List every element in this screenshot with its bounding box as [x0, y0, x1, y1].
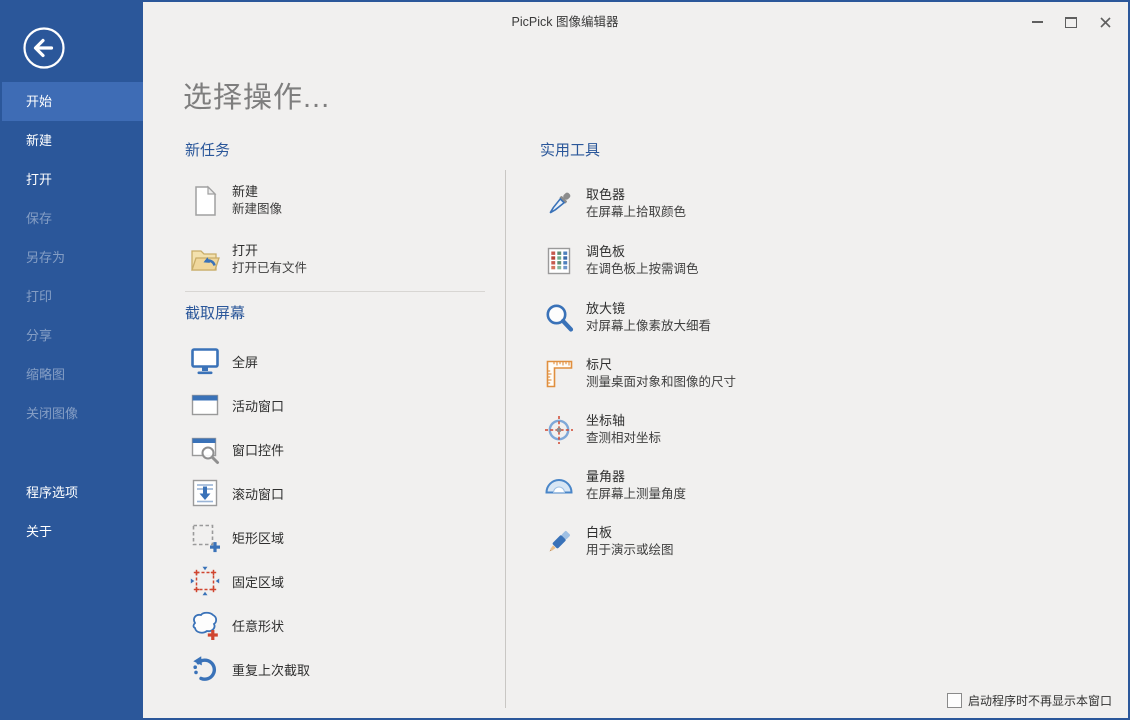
horizontal-divider	[185, 291, 485, 292]
sidebar-nav-footer: 程序选项 关于	[2, 473, 143, 551]
capture-fixed-region[interactable]: 固定区域	[188, 561, 493, 601]
sidebar-item-thumbnail: 缩略图	[2, 355, 143, 394]
capture-repeat-last[interactable]: 重复上次截取	[188, 649, 493, 689]
magnifier-icon	[542, 301, 576, 335]
page-title: 选择操作...	[183, 74, 330, 116]
whiteboard-icon	[542, 525, 576, 559]
action-new[interactable]: 新建 新建图像	[188, 183, 493, 218]
fullscreen-icon	[188, 344, 222, 378]
protractor-icon	[542, 469, 576, 503]
capture-window-control[interactable]: 窗口控件	[188, 429, 493, 469]
action-open[interactable]: 打开 打开已有文件	[188, 242, 493, 277]
startup-hide-label: 启动程序时不再显示本窗口	[968, 692, 1112, 709]
tool-color-picker[interactable]: 取色器 在屏幕上拾取颜色	[542, 186, 887, 221]
sidebar-item-open[interactable]: 打开	[2, 160, 143, 199]
minimize-icon	[1032, 21, 1043, 23]
sidebar-item-options[interactable]: 程序选项	[2, 473, 143, 512]
tool-protractor[interactable]: 量角器 在屏幕上测量角度	[542, 468, 887, 503]
section-header-new-tasks: 新任务	[185, 139, 230, 160]
action-subtitle: 打开已有文件	[232, 260, 307, 277]
tool-magnifier[interactable]: 放大镜 对屏幕上像素放大细看	[542, 300, 887, 335]
startup-hide-option[interactable]: 启动程序时不再显示本窗口	[947, 692, 1112, 709]
maximize-icon	[1065, 17, 1077, 28]
sidebar-nav: 开始 新建 打开 保存 另存为 打印 分享 缩略图 关闭图像	[2, 82, 143, 433]
section-header-screen-capture: 截取屏幕	[185, 302, 245, 323]
scrolling-window-icon	[188, 476, 222, 510]
action-title: 新建	[232, 183, 282, 201]
tool-whiteboard[interactable]: 白板 用于演示或绘图	[542, 524, 887, 559]
tool-ruler[interactable]: 标尺 测量桌面对象和图像的尺寸	[542, 356, 887, 391]
capture-scrolling-window[interactable]: 滚动窗口	[188, 473, 493, 513]
capture-freeform-region[interactable]: 任意形状	[188, 605, 493, 645]
action-subtitle: 新建图像	[232, 201, 282, 218]
sidebar-item-print: 打印	[2, 277, 143, 316]
sidebar-item-save-as: 另存为	[2, 238, 143, 277]
back-arrow-icon	[22, 26, 66, 70]
sidebar-item-new[interactable]: 新建	[2, 121, 143, 160]
back-button[interactable]	[22, 26, 66, 70]
maximize-button[interactable]	[1054, 10, 1088, 34]
color-picker-icon	[542, 187, 576, 221]
fixed-region-icon	[188, 564, 222, 598]
section-header-tools: 实用工具	[540, 139, 600, 160]
sidebar-item-about[interactable]: 关于	[2, 512, 143, 551]
picpick-window: PicPick 图像编辑器 开始 新建 打开 保存 另存为 打印 分享	[0, 0, 1130, 720]
main-content: 选择操作... 新任务 新建 新建图像	[143, 2, 1128, 718]
sidebar-item-close-image: 关闭图像	[2, 394, 143, 433]
capture-active-window[interactable]: 活动窗口	[188, 385, 493, 425]
window-control-icon	[188, 432, 222, 466]
tool-crosshair[interactable]: 坐标轴 查测相对坐标	[542, 412, 887, 447]
window-controls	[1020, 10, 1122, 34]
ruler-icon	[542, 357, 576, 391]
crosshair-icon	[542, 413, 576, 447]
close-button[interactable]	[1088, 10, 1122, 34]
capture-rectangle-region[interactable]: 矩形区域	[188, 517, 493, 557]
sidebar-item-share: 分享	[2, 316, 143, 355]
new-document-icon	[188, 184, 222, 218]
minimize-button[interactable]	[1020, 10, 1054, 34]
sidebar: 开始 新建 打开 保存 另存为 打印 分享 缩略图 关闭图像 程序选项 关于	[2, 2, 143, 718]
active-window-icon	[188, 388, 222, 422]
vertical-divider	[505, 170, 506, 708]
capture-fullscreen[interactable]: 全屏	[188, 341, 493, 381]
sidebar-item-start[interactable]: 开始	[2, 82, 143, 121]
repeat-last-capture-icon	[188, 652, 222, 686]
color-palette-icon	[542, 244, 576, 278]
open-folder-icon	[188, 243, 222, 277]
sidebar-item-save: 保存	[2, 199, 143, 238]
tool-color-palette[interactable]: 调色板 在调色板上按需调色	[542, 243, 887, 278]
startup-hide-checkbox[interactable]	[947, 693, 962, 708]
close-icon	[1100, 17, 1111, 28]
freeform-region-icon	[188, 608, 222, 642]
rectangle-region-icon	[188, 520, 222, 554]
action-title: 打开	[232, 242, 307, 260]
